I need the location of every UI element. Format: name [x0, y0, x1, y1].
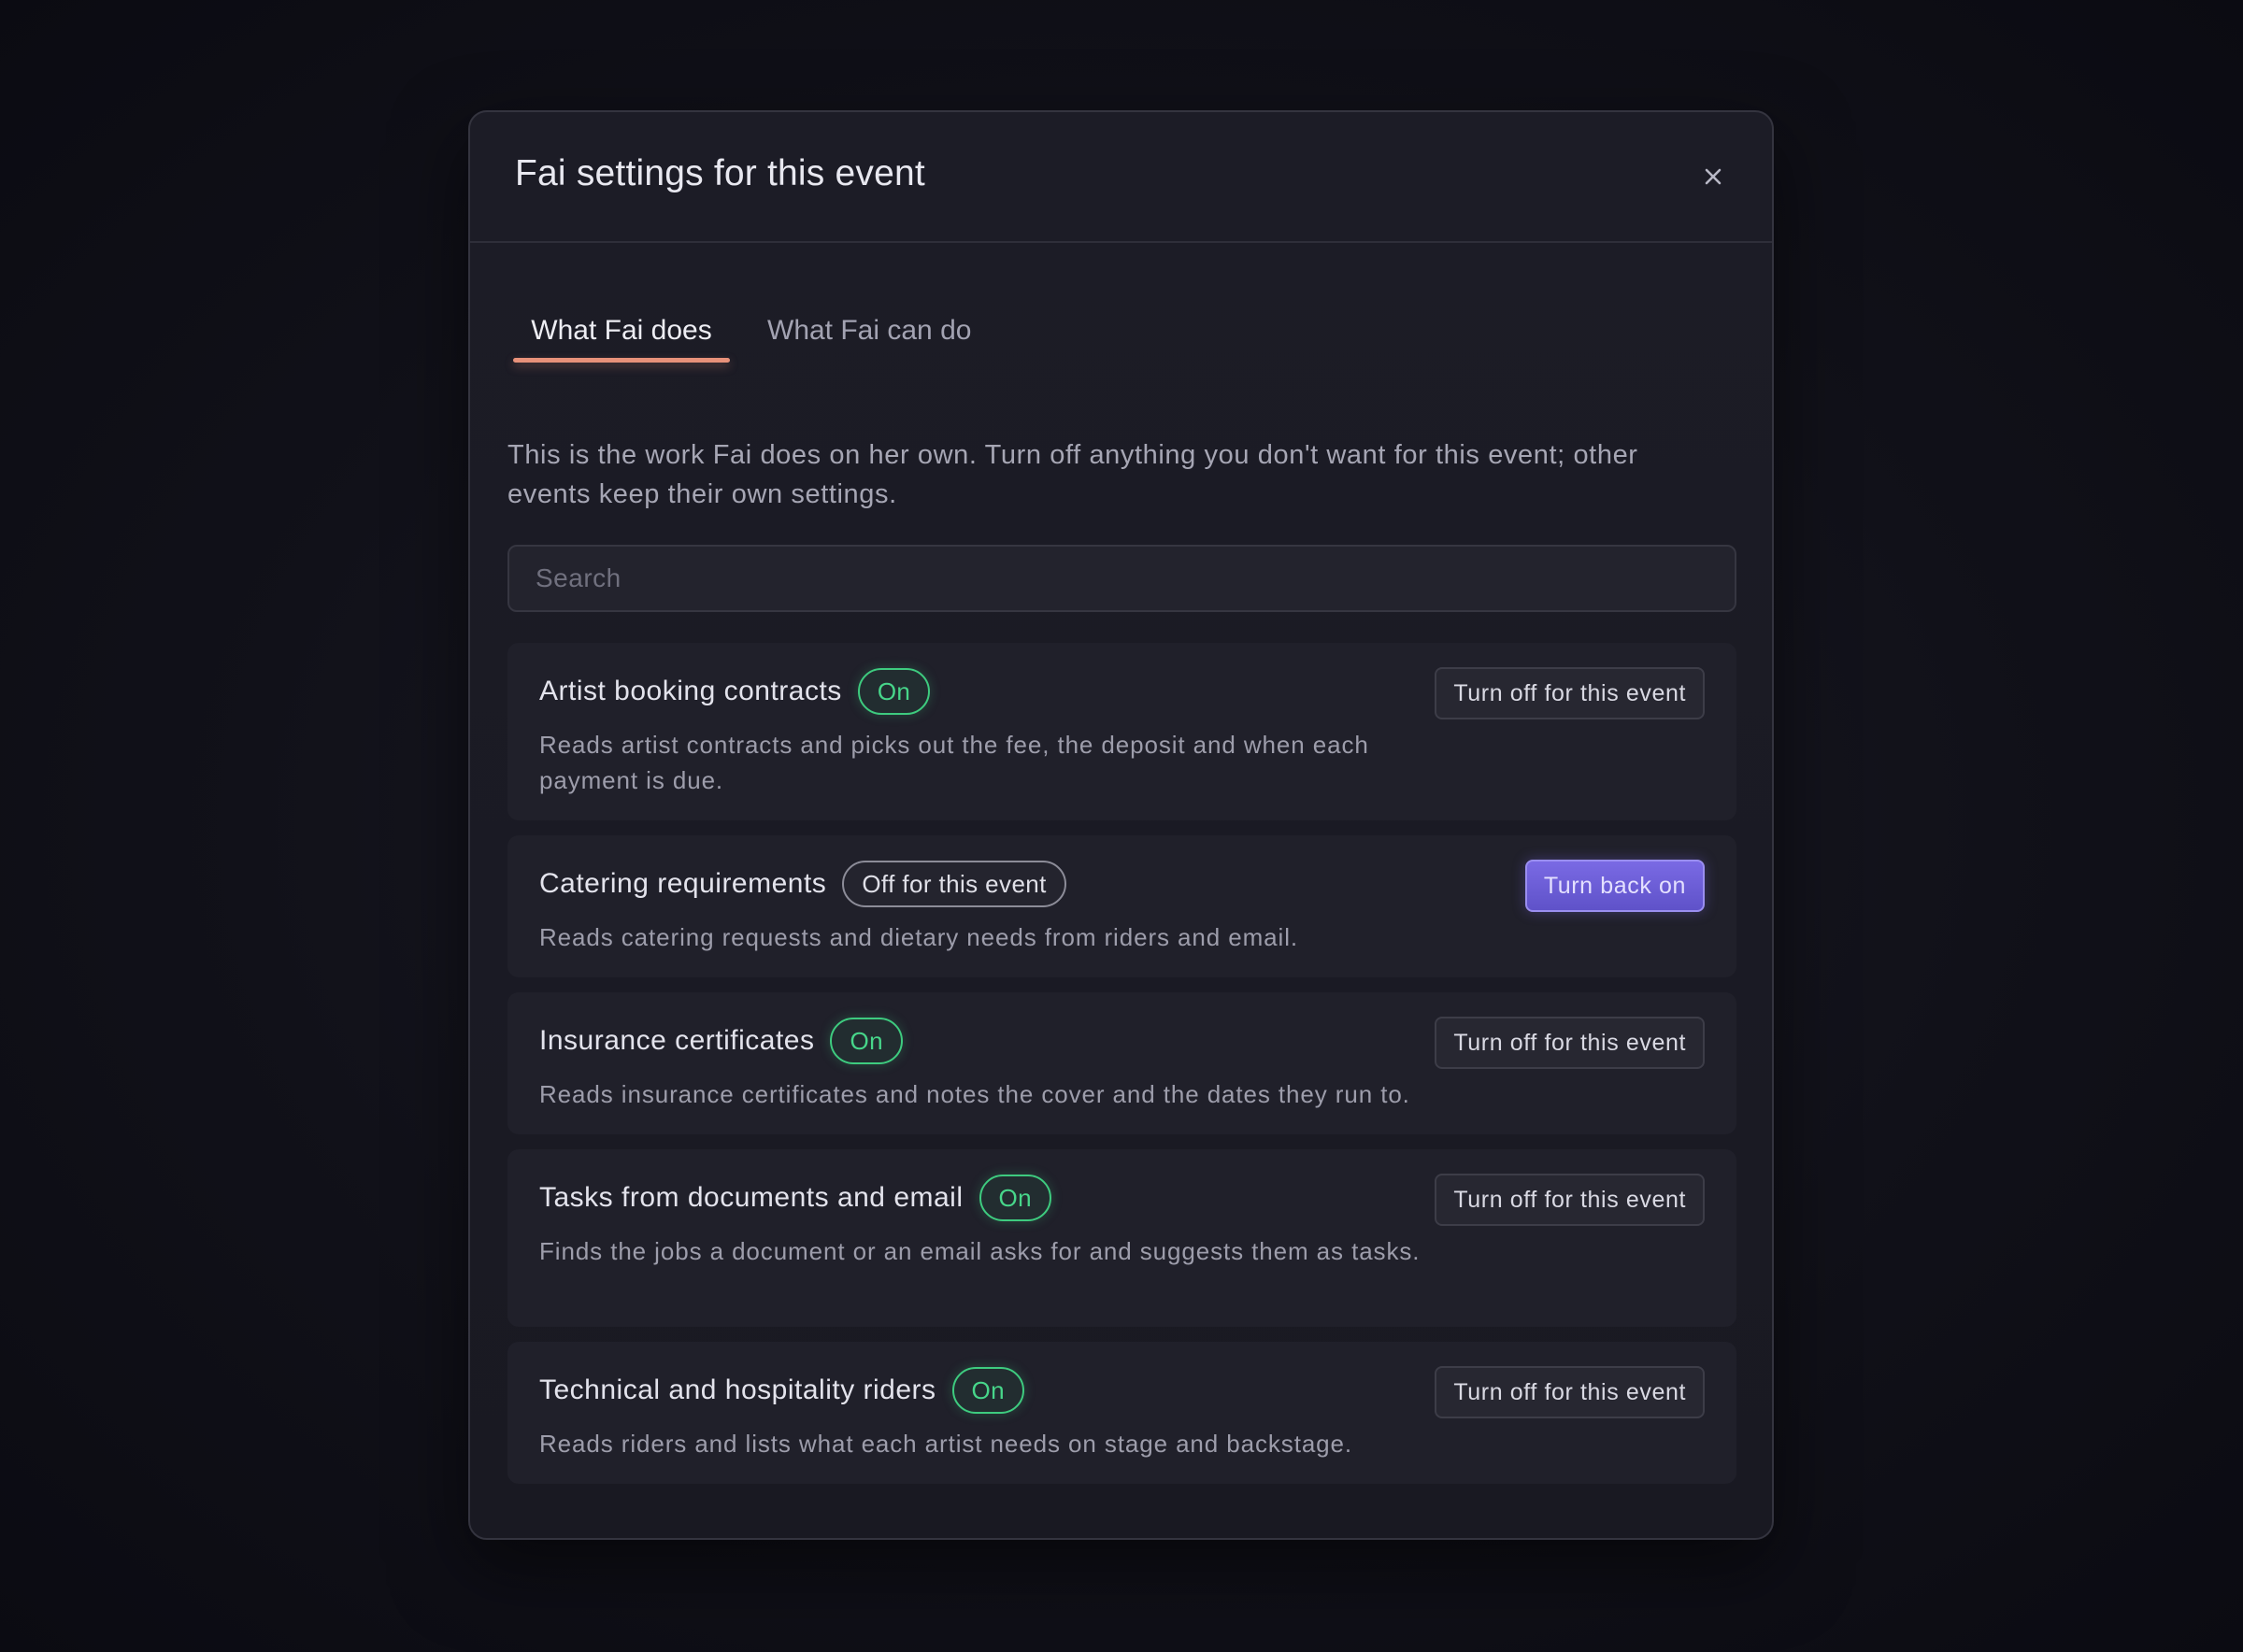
feature-description: Reads artist contracts and picks out the…	[539, 731, 1369, 794]
turn-back-on-button[interactable]: Turn back on	[1524, 860, 1705, 912]
status-badge: Off for this event	[842, 861, 1066, 907]
feature-title: Insurance certificates	[539, 1025, 815, 1056]
feature-title-row: Catering requirements Off for this event	[539, 858, 1066, 910]
intro-text: This is the work Fai does on her own. Tu…	[507, 440, 1638, 509]
feature-card-tasks: Tasks from documents and email On Finds …	[507, 1149, 1736, 1327]
turn-off-button[interactable]: Turn off for this event	[1435, 1017, 1705, 1069]
feature-title-row: Insurance certificates On	[539, 1015, 903, 1067]
feature-card-artist-booking: Artist booking contracts On Reads artist…	[507, 643, 1736, 820]
feature-title-row: Tasks from documents and email On	[539, 1172, 1051, 1224]
settings-dialog: Fai settings for this event What Fai doe…	[468, 110, 1774, 1540]
dialog-header: Fai settings for this event	[470, 112, 1772, 243]
feature-title: Catering requirements	[539, 868, 827, 899]
tab-bar: What Fai does What Fai can do	[513, 308, 971, 366]
feature-description: Reads insurance certificates and notes t…	[539, 1080, 1410, 1108]
feature-title: Technical and hospitality riders	[539, 1374, 936, 1405]
close-icon	[1705, 168, 1722, 185]
status-badge: On	[979, 1175, 1051, 1221]
feature-title-row: Artist booking contracts On	[539, 665, 931, 718]
tab-what-fai-does[interactable]: What Fai does	[513, 308, 730, 366]
feature-title: Tasks from documents and email	[539, 1182, 964, 1213]
feature-description: Finds the jobs a document or an email as…	[539, 1237, 1421, 1265]
status-badge: On	[857, 668, 931, 715]
close-button[interactable]	[1697, 161, 1729, 192]
turn-off-button[interactable]: Turn off for this event	[1435, 667, 1705, 719]
search-input[interactable]	[507, 545, 1736, 612]
status-badge: On	[830, 1018, 903, 1064]
feature-title: Artist booking contracts	[539, 676, 842, 706]
tab-what-fai-can-do[interactable]: What Fai can do	[767, 308, 971, 366]
feature-title-row: Technical and hospitality riders On	[539, 1364, 1025, 1417]
feature-description: Reads catering requests and dietary need…	[539, 923, 1298, 951]
dialog-title: Fai settings for this event	[515, 153, 925, 193]
feature-card-insurance: Insurance certificates On Reads insuranc…	[507, 992, 1736, 1134]
feature-card-catering: Catering requirements Off for this event…	[507, 835, 1736, 977]
feature-card-riders: Technical and hospitality riders On Read…	[507, 1342, 1736, 1484]
status-badge: On	[951, 1367, 1025, 1414]
turn-off-button[interactable]: Turn off for this event	[1435, 1174, 1705, 1226]
feature-description: Reads riders and lists what each artist …	[539, 1430, 1353, 1458]
turn-off-button[interactable]: Turn off for this event	[1435, 1366, 1705, 1418]
